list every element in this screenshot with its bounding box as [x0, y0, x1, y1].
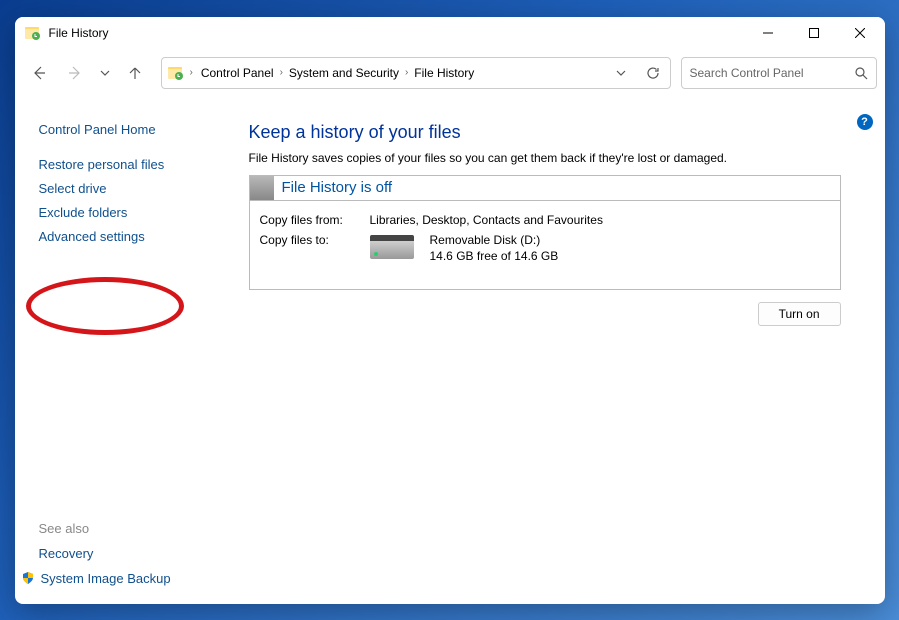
app-icon: [25, 25, 41, 41]
see-also-section: See also Recovery System Image Backup: [39, 521, 171, 586]
back-button[interactable]: [23, 57, 55, 89]
maximize-button[interactable]: [791, 17, 837, 49]
sidebar-link-select-drive[interactable]: Select drive: [39, 181, 227, 196]
search-box[interactable]: [681, 57, 877, 89]
breadcrumb: Control Panel › System and Security › Fi…: [197, 62, 610, 84]
main-panel: Keep a history of your files File Histor…: [235, 97, 885, 604]
see-also-label: See also: [39, 521, 171, 536]
search-input[interactable]: [690, 66, 854, 80]
see-also-system-image-backup[interactable]: System Image Backup: [21, 571, 171, 586]
breadcrumb-item[interactable]: System and Security: [285, 62, 403, 84]
see-also-recovery[interactable]: Recovery: [39, 546, 171, 561]
copy-from-label: Copy files from:: [260, 213, 370, 227]
shield-icon: [21, 571, 35, 585]
window-controls: [745, 17, 883, 49]
status-header-icon: [250, 176, 274, 200]
turn-on-button[interactable]: Turn on: [758, 302, 841, 326]
titlebar: File History: [15, 17, 885, 49]
breadcrumb-item[interactable]: Control Panel: [197, 62, 278, 84]
breadcrumb-item[interactable]: File History: [410, 62, 478, 84]
forward-button[interactable]: [59, 57, 91, 89]
drive-info: Removable Disk (D:) 14.6 GB free of 14.6…: [370, 233, 830, 263]
recent-locations-button[interactable]: [95, 57, 115, 89]
status-header-text: File History is off: [274, 177, 401, 198]
copy-to-label: Copy files to:: [260, 233, 370, 263]
see-also-label-text: System Image Backup: [41, 571, 171, 586]
copy-from-value: Libraries, Desktop, Contacts and Favouri…: [370, 213, 830, 227]
chevron-right-icon: ›: [278, 67, 285, 78]
sidebar-links: Restore personal files Select drive Excl…: [39, 157, 227, 244]
sidebar: Control Panel Home Restore personal file…: [15, 97, 235, 604]
sidebar-link-exclude-folders[interactable]: Exclude folders: [39, 205, 227, 220]
minimize-button[interactable]: [745, 17, 791, 49]
address-dropdown-button[interactable]: [612, 64, 630, 82]
help-button[interactable]: ?: [857, 114, 873, 130]
control-panel-home-link[interactable]: Control Panel Home: [39, 122, 227, 137]
status-box: File History is off Copy files from: Lib…: [249, 175, 841, 290]
sidebar-link-restore[interactable]: Restore personal files: [39, 157, 227, 172]
up-button[interactable]: [119, 57, 151, 89]
sidebar-link-advanced-settings[interactable]: Advanced settings: [39, 229, 227, 244]
action-row: Turn on: [249, 302, 841, 326]
close-button[interactable]: [837, 17, 883, 49]
drive-icon: [370, 235, 414, 259]
chevron-right-icon: ›: [403, 67, 410, 78]
content-area: ? Control Panel Home Restore personal fi…: [15, 97, 885, 604]
page-title: Keep a history of your files: [249, 122, 841, 143]
address-icon: [166, 63, 186, 83]
search-icon[interactable]: [854, 66, 868, 80]
drive-space: 14.6 GB free of 14.6 GB: [430, 249, 559, 263]
window-title: File History: [49, 26, 745, 40]
status-body: Copy files from: Libraries, Desktop, Con…: [250, 201, 840, 289]
status-header: File History is off: [250, 176, 840, 201]
refresh-button[interactable]: [644, 64, 662, 82]
toolbar: › Control Panel › System and Security › …: [15, 49, 885, 97]
drive-name: Removable Disk (D:): [430, 233, 559, 247]
page-description: File History saves copies of your files …: [249, 151, 841, 165]
address-bar[interactable]: › Control Panel › System and Security › …: [161, 57, 671, 89]
chevron-right-icon[interactable]: ›: [188, 67, 195, 78]
file-history-window: File History: [15, 17, 885, 604]
